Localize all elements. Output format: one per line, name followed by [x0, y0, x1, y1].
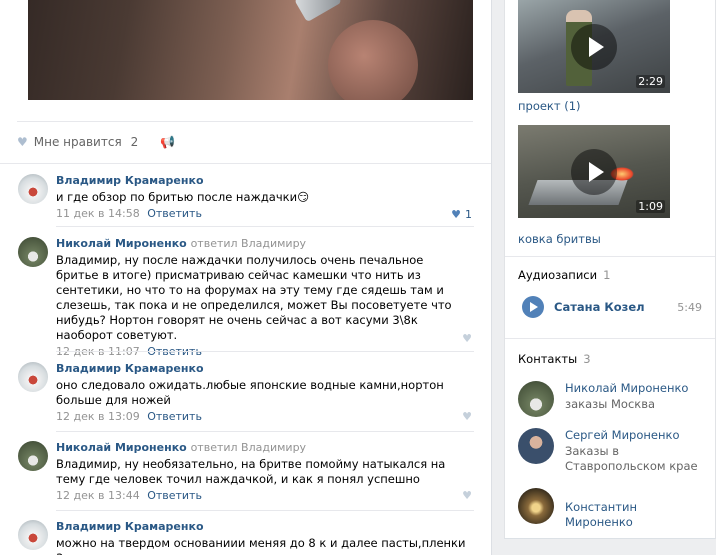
avatar[interactable] — [18, 362, 48, 392]
comment-item: Николай Мироненко ответил Владимиру Влад… — [18, 237, 474, 358]
comment-item: Владимир Крамаренко и где обзор по брить… — [18, 174, 474, 226]
audio-count[interactable]: 1 — [603, 268, 610, 282]
audio-duration: 5:49 — [677, 300, 702, 314]
replied-to[interactable]: ответил Владимиру — [191, 441, 306, 454]
heart-icon: ♥ — [451, 208, 461, 221]
comment-author[interactable]: Владимир Крамаренко — [56, 174, 474, 188]
comment-text: и где обзор по бритью после наждачки😏 — [56, 190, 310, 204]
comment-author[interactable]: Владимир Крамаренко — [56, 520, 474, 534]
comment-item: Николай Мироненко ответил Владимиру Влад… — [18, 441, 474, 503]
comment-author[interactable]: Николай Мироненко — [56, 441, 187, 454]
reply-button[interactable]: Ответить — [147, 410, 202, 423]
video-thumbnail[interactable]: 2:29 — [518, 0, 670, 93]
contacts-header[interactable]: Контакты 3 — [518, 352, 591, 366]
video-title-text[interactable]: проект — [518, 99, 561, 113]
comment-item: Владимир Крамаренко можно на твердом осн… — [18, 520, 474, 555]
contact-item[interactable]: Сергей Мироненко Заказы в Ставропольском… — [518, 428, 708, 478]
contact-name[interactable]: Сергей Мироненко — [565, 428, 705, 443]
video-count[interactable]: (1) — [564, 99, 580, 113]
share-megaphone-icon[interactable]: 📢 — [160, 135, 175, 149]
contact-name[interactable]: Николай Мироненко — [565, 381, 688, 396]
comment-like[interactable]: ♥ 1 — [451, 208, 472, 221]
heart-icon[interactable]: ♥ — [462, 410, 472, 423]
contact-item[interactable]: Николай Мироненко заказы Москва — [518, 381, 708, 419]
video-duration: 1:09 — [636, 200, 665, 213]
comment-like-count: 1 — [465, 208, 472, 221]
avatar[interactable] — [518, 381, 554, 417]
audio-title[interactable]: Сатана Козел — [554, 300, 645, 314]
divider — [505, 256, 715, 257]
divider — [0, 163, 491, 164]
contacts-count[interactable]: 3 — [583, 352, 590, 366]
comment-text: можно на твердом основаниии меняя до 8 к… — [56, 536, 466, 555]
contact-item[interactable]: Константин Мироненко — [518, 488, 708, 529]
photo-finger — [328, 20, 418, 100]
avatar[interactable] — [518, 428, 554, 464]
like-button[interactable]: Мне нравится — [34, 135, 122, 149]
comment-date[interactable]: 11 дек в 14:58 — [56, 207, 140, 220]
heart-icon[interactable]: ♥ — [462, 332, 472, 345]
contacts-header-label[interactable]: Контакты — [518, 352, 577, 366]
comment-date[interactable]: 12 дек в 13:44 — [56, 489, 140, 502]
reply-button[interactable]: Ответить — [147, 207, 202, 220]
video-thumbnail[interactable]: 1:09 — [518, 125, 670, 218]
play-icon[interactable] — [571, 148, 617, 195]
like-bar: ♥ Мне нравится 2 📢 — [17, 135, 175, 149]
divider — [56, 431, 474, 432]
divider — [56, 226, 474, 227]
reply-button[interactable]: Ответить — [147, 489, 202, 502]
avatar[interactable] — [18, 520, 48, 550]
video-title[interactable]: проект (1) — [518, 99, 581, 113]
post-panel: ♥ Мне нравится 2 📢 Владимир Крамаренко и… — [0, 0, 492, 555]
post-photo[interactable] — [28, 0, 473, 100]
heart-icon[interactable]: ♥ — [462, 489, 472, 502]
divider — [505, 338, 715, 339]
divider — [56, 351, 474, 352]
contact-name[interactable]: Константин Мироненко — [565, 500, 708, 530]
play-icon[interactable] — [571, 23, 617, 70]
avatar[interactable] — [518, 488, 554, 524]
contact-description: Заказы в Ставропольском крае — [565, 444, 698, 473]
divider — [17, 121, 473, 122]
heart-icon[interactable]: ♥ — [17, 135, 28, 149]
audio-header[interactable]: Аудиозаписи 1 — [518, 268, 610, 282]
right-sidebar: 2:29 проект (1) 1:09 ковка бритвы Аудиоз… — [504, 0, 716, 539]
like-count[interactable]: 2 — [131, 135, 139, 149]
video-title[interactable]: ковка бритвы — [518, 232, 601, 246]
play-icon[interactable] — [522, 296, 544, 318]
audio-track[interactable]: Сатана Козел 5:49 — [522, 296, 702, 318]
comment-text: Владимир, ну после наждачки получилось о… — [56, 253, 452, 342]
avatar[interactable] — [18, 237, 48, 267]
comment-item: Владимир Крамаренко оно следовало ожидат… — [18, 362, 474, 424]
comment-text: оно следовало ожидать.любые японские вод… — [56, 378, 444, 407]
contact-description: заказы Москва — [565, 397, 656, 411]
avatar[interactable] — [18, 174, 48, 204]
avatar[interactable] — [18, 441, 48, 471]
replied-to[interactable]: ответил Владимиру — [191, 237, 306, 250]
comment-text: Владимир, ну необязательно, на бритве по… — [56, 457, 446, 486]
video-duration: 2:29 — [636, 75, 665, 88]
photo-razor-blade — [294, 0, 342, 23]
comment-date[interactable]: 12 дек в 13:09 — [56, 410, 140, 423]
divider — [56, 510, 474, 511]
comment-author[interactable]: Николай Мироненко — [56, 237, 187, 250]
comment-author[interactable]: Владимир Крамаренко — [56, 362, 474, 376]
audio-header-label[interactable]: Аудиозаписи — [518, 268, 597, 282]
